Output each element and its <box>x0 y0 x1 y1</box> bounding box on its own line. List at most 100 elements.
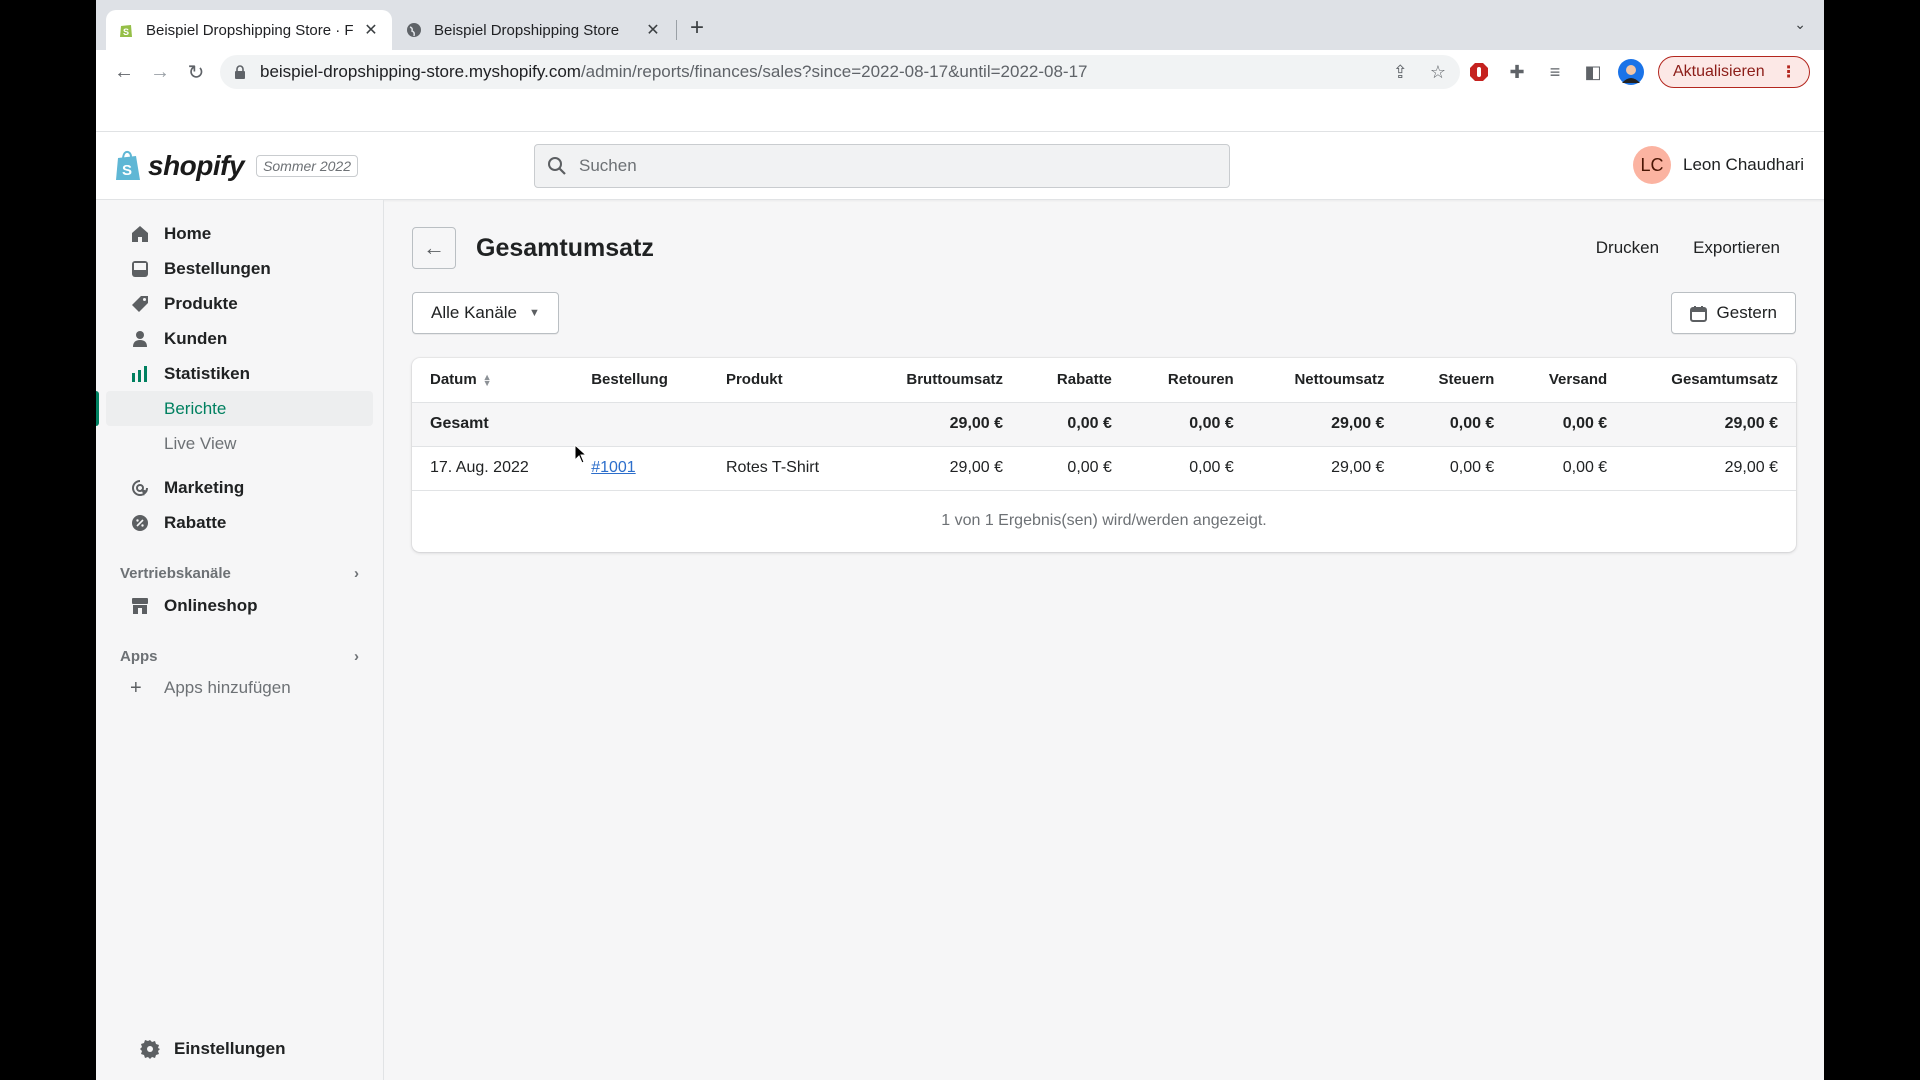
date-range-button[interactable]: Gestern <box>1670 292 1796 334</box>
sidebar-item-home[interactable]: Home <box>106 216 373 251</box>
page-header: ← Gesamtumsatz Drucken Exportieren <box>412 226 1796 270</box>
sidebar-item-discounts[interactable]: Rabatte <box>106 505 373 540</box>
total-taxes: 0,00 € <box>1402 402 1513 447</box>
browser-window: S Beispiel Dropshipping Store · F ✕ Beis… <box>96 0 1824 1080</box>
mouse-cursor-icon <box>574 444 588 464</box>
date-range-label: Gestern <box>1716 303 1777 322</box>
sales-channels-heading[interactable]: Vertriebskanäle › <box>96 558 383 588</box>
total-total: 29,00 € <box>1625 402 1796 447</box>
total-shipping: 0,00 € <box>1512 402 1626 447</box>
sidebar-item-online-store[interactable]: Onlineshop <box>106 588 373 623</box>
column-header-net: Nettoumsatz <box>1251 358 1403 403</box>
sidebar-item-label: Kunden <box>164 328 228 348</box>
add-apps-button[interactable]: + Apps hinzufügen <box>106 671 373 705</box>
sidebar: Home Bestellungen Produkte Kunden Statis… <box>96 200 384 1080</box>
address-bar[interactable]: beispiel-dropshipping-store.myshopify.co… <box>220 55 1460 89</box>
column-header-date[interactable]: Datum ▲ ▼ <box>412 358 574 403</box>
browser-toolbar: ← → ↻ beispiel-dropshipping-store.myshop… <box>96 50 1824 94</box>
update-label: Aktualisieren <box>1673 63 1765 80</box>
order-link[interactable]: #1001 <box>591 459 636 476</box>
update-chrome-button[interactable]: Aktualisieren ⋮ <box>1658 56 1810 88</box>
search-icon <box>548 157 566 175</box>
totals-row: Gesamt 29,00 € 0,00 € 0,00 € 29,00 € 0,0… <box>412 402 1796 447</box>
section-label: Vertriebskanäle <box>120 564 231 582</box>
total-discounts: 0,00 € <box>1021 402 1130 447</box>
share-icon[interactable]: ⇪ <box>1393 62 1408 83</box>
sidebar-item-products[interactable]: Produkte <box>106 286 373 321</box>
url-host: beispiel-dropshipping-store.myshopify.co… <box>260 62 581 81</box>
edition-badge: Sommer 2022 <box>256 155 358 177</box>
total-net: 29,00 € <box>1251 402 1403 447</box>
cell-net: 29,00 € <box>1251 446 1403 491</box>
results-count: 1 von 1 Ergebnis(sen) wird/werden angeze… <box>941 511 1267 529</box>
side-panel-icon[interactable]: ◧ <box>1574 62 1612 83</box>
tab-store[interactable]: Beispiel Dropshipping Store ✕ <box>394 10 674 50</box>
back-button[interactable]: ← <box>412 227 456 269</box>
cell-discounts: 0,00 € <box>1021 446 1130 491</box>
sidebar-item-label: Produkte <box>164 293 238 313</box>
column-header-total: Gesamtumsatz <box>1625 358 1796 403</box>
reload-icon[interactable]: ↻ <box>178 60 214 85</box>
search-input[interactable]: Suchen <box>534 144 1230 188</box>
channel-filter-dropdown[interactable]: Alle Kanäle ▼ <box>412 292 559 334</box>
totals-label: Gesamt <box>412 402 574 447</box>
sidebar-item-marketing[interactable]: Marketing <box>106 470 373 505</box>
sidebar-item-label: Berichte <box>164 398 227 418</box>
svg-text:S: S <box>122 162 132 179</box>
shopify-icon: S <box>120 25 132 37</box>
sort-icon[interactable]: ▲ ▼ <box>483 373 492 388</box>
tag-icon <box>130 294 150 314</box>
url-path: /admin/reports/finances/sales?since=2022… <box>580 62 1088 81</box>
extensions-puzzle-icon[interactable]: ✚ <box>1498 62 1536 83</box>
tab-shopify-admin[interactable]: S Beispiel Dropshipping Store · F ✕ <box>106 10 392 50</box>
cell-taxes: 0,00 € <box>1402 446 1513 491</box>
apps-heading[interactable]: Apps › <box>96 641 383 671</box>
add-apps-label: Apps hinzufügen <box>164 678 291 697</box>
cell-date: 17. Aug. 2022 <box>412 446 574 491</box>
user-name: Leon Chaudhari <box>1683 155 1804 174</box>
chrome-menu-icon[interactable]: ⋮ <box>1781 62 1797 82</box>
orders-icon <box>130 259 150 279</box>
shopify-logo[interactable]: S shopify Sommer 2022 <box>114 150 358 182</box>
main-content: ← Gesamtumsatz Drucken Exportieren Alle … <box>384 200 1824 1080</box>
column-header-taxes: Steuern <box>1402 358 1513 403</box>
calendar-icon <box>1689 305 1707 322</box>
media-control-icon[interactable]: ≡ <box>1536 62 1574 83</box>
sidebar-item-customers[interactable]: Kunden <box>106 321 373 356</box>
profile-avatar[interactable] <box>1612 59 1650 85</box>
adblock-extension-icon[interactable] <box>1460 62 1498 82</box>
svg-text:S: S <box>123 27 129 37</box>
sidebar-item-label: Marketing <box>164 477 245 497</box>
sidebar-item-label: Bestellungen <box>164 258 271 278</box>
total-returns: 0,00 € <box>1129 402 1252 447</box>
close-tab-icon[interactable]: ✕ <box>362 20 380 40</box>
close-tab-icon[interactable]: ✕ <box>644 20 662 40</box>
column-header-gross: Bruttoumsatz <box>862 358 1022 403</box>
new-tab-icon[interactable]: + <box>690 14 704 42</box>
print-button[interactable]: Drucken <box>1596 238 1659 258</box>
plus-icon: + <box>130 676 142 699</box>
admin-top-bar: S shopify Sommer 2022 Suchen LC Leon Cha… <box>96 132 1824 200</box>
sidebar-item-reports[interactable]: Berichte <box>96 391 373 426</box>
total-gross: 29,00 € <box>862 402 1022 447</box>
page-title: Gesamtumsatz <box>476 233 654 262</box>
tab-title: Beispiel Dropshipping Store · F <box>146 21 354 39</box>
sidebar-item-analytics[interactable]: Statistiken <box>106 356 373 391</box>
tab-separator <box>676 20 677 40</box>
user-menu[interactable]: LC Leon Chaudhari <box>1633 146 1804 184</box>
back-arrow-icon[interactable]: ← <box>106 61 142 84</box>
export-button[interactable]: Exportieren <box>1693 238 1780 258</box>
table-row: 17. Aug. 2022 #1001 Rotes T-Shirt 29,00 … <box>412 446 1796 491</box>
column-header-order: Bestellung <box>573 358 708 403</box>
tab-bar: S Beispiel Dropshipping Store · F ✕ Beis… <box>96 0 1824 50</box>
sidebar-item-orders[interactable]: Bestellungen <box>106 251 373 286</box>
bookmark-star-icon[interactable]: ☆ <box>1430 62 1446 83</box>
column-header-shipping: Versand <box>1512 358 1626 403</box>
forward-arrow-icon[interactable]: → <box>142 61 178 84</box>
tab-search-chevron-icon[interactable]: ⌄ <box>1794 16 1806 33</box>
sidebar-item-live-view[interactable]: Live View <box>106 426 373 461</box>
sidebar-item-settings[interactable]: Einstellungen <box>116 1031 285 1066</box>
chevron-right-icon: › <box>354 647 359 665</box>
cell-total: 29,00 € <box>1625 446 1796 491</box>
sidebar-item-label: Home <box>164 223 212 243</box>
